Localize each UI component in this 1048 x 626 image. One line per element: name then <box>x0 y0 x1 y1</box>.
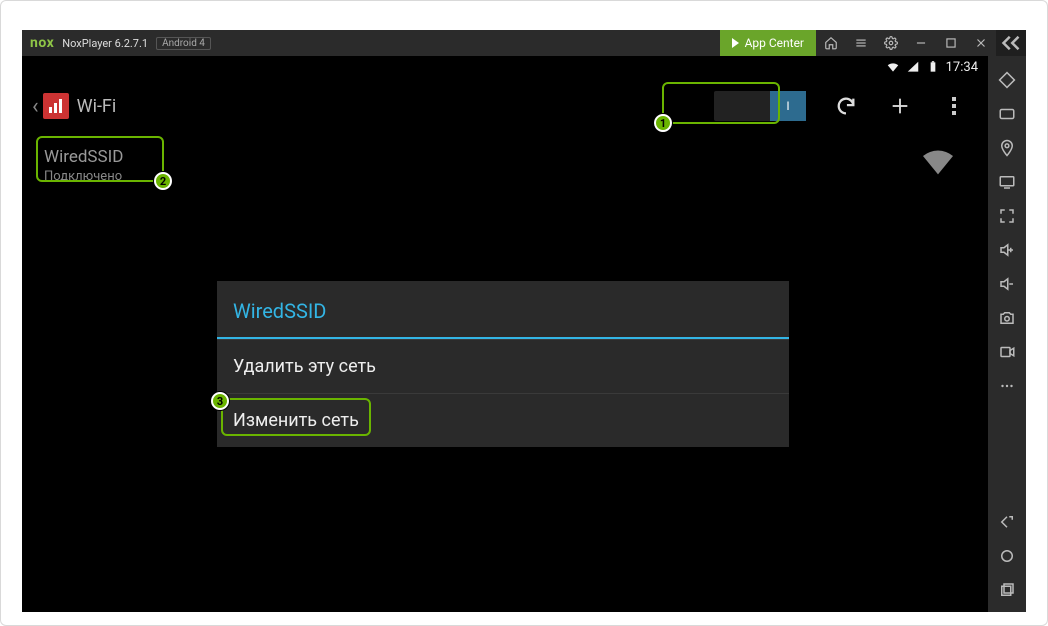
nox-logo: nox <box>30 35 54 51</box>
wifi-title: Wi-Fi <box>77 96 117 117</box>
network-name: WiredSSID <box>44 147 123 167</box>
window-titlebar: nox NoxPlayer 6.2.7.1 Android 4 App Cent… <box>22 30 1026 56</box>
modify-network-item[interactable]: Изменить сеть 3 <box>217 393 789 447</box>
app-center-label: App Center <box>745 36 804 50</box>
wifi-app-icon <box>43 93 69 119</box>
android-home-icon[interactable] <box>997 546 1017 566</box>
keyboard-map-icon[interactable] <box>997 104 1017 124</box>
back-chevron-icon[interactable]: ‹ <box>32 94 39 119</box>
network-context-menu: WiredSSID Удалить эту сеть Изменить сеть… <box>217 281 789 447</box>
app-title: NoxPlayer 6.2.7.1 <box>62 37 148 50</box>
modify-network-label: Изменить сеть <box>233 410 359 431</box>
fullscreen-icon[interactable] <box>997 206 1017 226</box>
home-button[interactable] <box>816 30 846 56</box>
forget-network-item[interactable]: Удалить эту сеть <box>217 339 789 393</box>
network-status: Подключено <box>44 169 123 184</box>
location-icon[interactable] <box>997 138 1017 158</box>
more-icon[interactable] <box>997 376 1017 396</box>
volume-down-icon[interactable] <box>997 274 1017 294</box>
settings-button[interactable] <box>876 30 906 56</box>
maximize-button[interactable] <box>936 30 966 56</box>
side-toolbar <box>988 56 1026 612</box>
rotate-icon[interactable] <box>997 70 1017 90</box>
context-menu-title: WiredSSID <box>217 281 789 337</box>
record-icon[interactable] <box>997 342 1017 362</box>
wifi-toggle-on-label: I <box>770 91 806 121</box>
android-status-bar: 17:34 <box>22 56 988 78</box>
minimize-button[interactable] <box>906 30 936 56</box>
app-center-button[interactable]: App Center <box>720 30 816 56</box>
close-button[interactable] <box>966 30 996 56</box>
signal-status-icon <box>906 60 920 74</box>
play-icon <box>732 38 739 48</box>
android-recents-icon[interactable] <box>997 580 1017 600</box>
wifi-toggle[interactable]: I <box>714 91 806 121</box>
wifi-status-icon <box>886 60 900 74</box>
add-network-button[interactable] <box>888 94 912 118</box>
volume-up-icon[interactable] <box>997 240 1017 260</box>
clock: 17:34 <box>946 60 978 75</box>
menu-button[interactable] <box>846 30 876 56</box>
screenshot-icon[interactable] <box>997 308 1017 328</box>
collapse-sidebar-button[interactable] <box>996 30 1026 56</box>
callout-3-badge: 3 <box>211 392 229 410</box>
my-computer-icon[interactable] <box>997 172 1017 192</box>
callout-1-badge: 1 <box>654 114 672 132</box>
callout-2-badge: 2 <box>154 172 172 190</box>
wifi-settings-header: ‹ Wi-Fi I <box>22 78 988 134</box>
refresh-button[interactable] <box>834 94 858 118</box>
battery-status-icon <box>926 60 940 74</box>
android-back-icon[interactable] <box>997 512 1017 532</box>
forget-network-label: Удалить эту сеть <box>233 356 376 377</box>
android-screen: 17:34 ‹ Wi-Fi I WiredSSID Подключ <box>22 56 988 612</box>
overflow-menu-button[interactable] <box>942 94 966 118</box>
android-api-badge: Android 4 <box>156 37 211 50</box>
signal-strength-icon <box>918 141 958 185</box>
